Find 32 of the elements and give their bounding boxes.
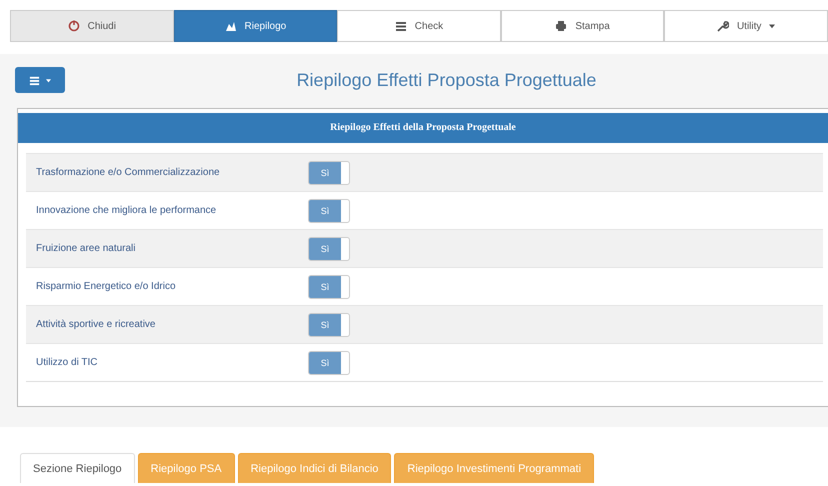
- section-tab[interactable]: Sezione Riepilogo: [20, 453, 135, 483]
- caret-icon: [769, 23, 776, 29]
- toggle-switch[interactable]: Sì: [308, 350, 350, 374]
- row-label: Risparmio Energetico e/o Idrico: [35, 281, 177, 292]
- row-label: Utilizzo di TIC: [35, 357, 98, 368]
- toggle-switch[interactable]: Sì: [308, 160, 350, 184]
- page-title: Riepilogo Effetti Proposta Progettuale: [296, 70, 598, 90]
- power-icon: [68, 20, 80, 32]
- nav-tab[interactable]: Chiudi: [10, 10, 174, 42]
- printer-icon: [555, 20, 568, 32]
- row-label: Trasformazione e/o Commercializzazione: [35, 167, 221, 178]
- wrench-icon: [716, 20, 729, 32]
- row-label: Fruizione aree naturali: [35, 243, 136, 254]
- row-label: Attività sportive e ricreative: [35, 319, 156, 330]
- list-icon: [394, 20, 407, 32]
- nav-tab[interactable]: Riepilogo: [174, 10, 338, 42]
- section-tab[interactable]: Riepilogo Indici di Bilancio: [238, 453, 392, 483]
- list-icon: [29, 74, 40, 86]
- section-tab[interactable]: Riepilogo PSA: [138, 453, 235, 483]
- nav-tab[interactable]: Check: [337, 10, 501, 42]
- toggle-switch[interactable]: Sì: [308, 274, 350, 298]
- section-tab[interactable]: Riepilogo Investimenti Programmati: [394, 453, 594, 483]
- caret-icon: [46, 78, 51, 82]
- nav-tab[interactable]: Stampa: [500, 10, 664, 42]
- row-label: Innovazione che migliora le performance: [35, 205, 218, 216]
- toggle-switch[interactable]: Sì: [308, 236, 350, 260]
- toggle-switch[interactable]: Sì: [308, 312, 350, 336]
- panel-header: Riepilogo Effetti della Proposta Progettuale: [18, 113, 828, 143]
- toggle-switch[interactable]: Sì: [308, 198, 350, 222]
- chart-icon: [224, 20, 237, 32]
- menu-button[interactable]: [15, 67, 65, 93]
- nav-tab[interactable]: Utility: [664, 10, 828, 42]
